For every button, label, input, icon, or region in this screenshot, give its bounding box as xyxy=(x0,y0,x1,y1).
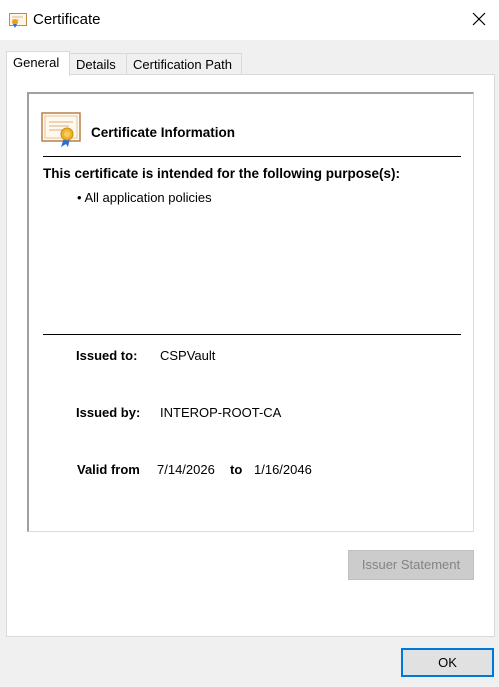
divider-top xyxy=(43,156,461,157)
valid-from-value: 7/14/2026 xyxy=(157,462,215,477)
issued-by-value: INTEROP-ROOT-CA xyxy=(160,405,282,420)
certificate-info-box: Certificate Information This certificate… xyxy=(27,92,474,532)
ok-button[interactable]: OK xyxy=(401,648,494,677)
certificate-info-title: Certificate Information xyxy=(91,125,236,140)
issuer-statement-button[interactable]: Issuer Statement xyxy=(348,550,474,580)
valid-to-value: 1/16/2046 xyxy=(254,462,312,477)
purpose-heading: This certificate is intended for the fol… xyxy=(43,166,401,181)
window-title: Certificate xyxy=(33,11,101,28)
tab-details[interactable]: Details xyxy=(69,53,127,75)
valid-to-label: to xyxy=(230,462,243,477)
close-button[interactable] xyxy=(459,0,499,40)
close-icon xyxy=(472,12,486,29)
tab-certification-path[interactable]: Certification Path xyxy=(126,53,242,75)
issued-by-label: Issued by: xyxy=(76,405,141,420)
divider-bottom xyxy=(43,334,461,335)
certificate-icon-large xyxy=(41,112,83,148)
general-tab-panel: Certificate Information This certificate… xyxy=(6,74,495,637)
valid-from-label: Valid from xyxy=(77,462,140,477)
purpose-list-item: • All application policies xyxy=(77,190,212,205)
certificate-icon xyxy=(9,12,27,28)
title-bar: Certificate xyxy=(0,0,499,40)
issued-to-value: CSPVault xyxy=(160,348,216,363)
tab-general[interactable]: General xyxy=(6,51,70,76)
issued-to-label: Issued to: xyxy=(76,348,138,363)
